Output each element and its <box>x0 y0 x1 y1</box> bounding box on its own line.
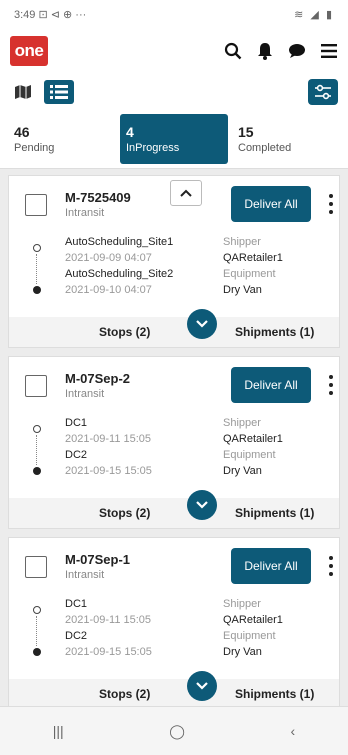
tab-count: 4 <box>126 124 134 140</box>
route-timeline <box>31 244 43 298</box>
status-right-icons: ≋ ◢ ▮ <box>294 8 334 21</box>
destination-name: AutoScheduling_Site2 <box>65 268 174 280</box>
equipment-label: Equipment <box>223 630 276 642</box>
shipments-link[interactable]: Shipments (1) <box>235 325 314 339</box>
select-checkbox[interactable] <box>25 556 47 578</box>
stops-link[interactable]: Stops (2) <box>99 506 150 520</box>
tab-completed[interactable]: 15 Completed <box>232 110 340 168</box>
destination-time: 2021-09-15 15:05 <box>65 646 152 658</box>
expand-card-button[interactable] <box>187 671 217 701</box>
movement-card: M-07Sep-1 Intransit Deliver All DC1 2021… <box>8 537 340 710</box>
card-footer: Stops (2) Shipments (1) <box>9 679 339 709</box>
chevron-down-icon <box>196 682 208 690</box>
destination-time: 2021-09-10 04:07 <box>65 284 152 296</box>
equipment-value: Dry Van <box>223 284 262 296</box>
status-left-icons: ⊡ ⊲ ⊕ ··· <box>38 8 87 21</box>
app-logo[interactable]: one <box>10 36 48 66</box>
expand-card-button[interactable] <box>187 309 217 339</box>
system-nav-bar: ||| ◯ ‹ <box>0 706 348 755</box>
stops-link[interactable]: Stops (2) <box>99 325 150 339</box>
shipper-value: QARetailer1 <box>223 252 283 264</box>
movement-id: M-7525409 <box>65 190 131 205</box>
equipment-value: Dry Van <box>223 646 262 658</box>
recent-apps-icon[interactable]: ||| <box>53 723 64 739</box>
collapse-tabs-button[interactable] <box>170 180 202 206</box>
equipment-label: Equipment <box>223 449 276 461</box>
shipper-label: Shipper <box>223 598 261 610</box>
tab-label: Pending <box>14 142 55 154</box>
shipper-value: QARetailer1 <box>223 433 283 445</box>
status-time: 3:49 ⊡ ⊲ ⊕ ··· <box>14 8 87 21</box>
destination-name: DC2 <box>65 630 88 642</box>
card-footer: Stops (2) Shipments (1) <box>9 498 339 528</box>
list-view-icon[interactable] <box>44 80 74 104</box>
chevron-down-icon <box>196 320 208 328</box>
tab-label: Completed <box>238 142 292 154</box>
filter-button[interactable] <box>308 79 338 105</box>
shipments-link[interactable]: Shipments (1) <box>235 687 314 701</box>
chevron-up-icon <box>180 189 192 197</box>
route-timeline <box>31 425 43 479</box>
movement-id: M-07Sep-2 <box>65 371 131 386</box>
chevron-down-icon <box>196 501 208 509</box>
select-checkbox[interactable] <box>25 375 47 397</box>
origin-time: 2021-09-11 15:05 <box>65 614 152 626</box>
more-options-icon[interactable] <box>327 375 335 395</box>
shipper-value: QARetailer1 <box>223 614 283 626</box>
more-options-icon[interactable] <box>327 194 335 214</box>
view-toggle-bar <box>0 74 348 110</box>
movement-card: M-07Sep-2 Intransit Deliver All DC1 2021… <box>8 356 340 529</box>
origin-name: DC1 <box>65 417 88 429</box>
select-checkbox[interactable] <box>25 194 47 216</box>
movement-list: M-7525409 Intransit Deliver All AutoSche… <box>0 169 348 710</box>
card-footer: Stops (2) Shipments (1) <box>9 317 339 347</box>
bell-icon[interactable] <box>256 42 274 60</box>
tab-inprogress[interactable]: 4 InProgress <box>120 114 228 164</box>
stops-link[interactable]: Stops (2) <box>99 687 150 701</box>
expand-card-button[interactable] <box>187 490 217 520</box>
app-header: one <box>0 28 348 74</box>
more-options-icon[interactable] <box>327 556 335 576</box>
movement-status: Intransit <box>65 207 105 219</box>
origin-name: AutoScheduling_Site1 <box>65 236 174 248</box>
tab-label: InProgress <box>126 142 180 154</box>
status-tabs: 46 Pending 4 InProgress 15 Completed <box>0 110 348 169</box>
movement-id: M-07Sep-1 <box>65 552 131 567</box>
destination-time: 2021-09-15 15:05 <box>65 465 152 477</box>
equipment-value: Dry Van <box>223 465 262 477</box>
back-icon[interactable]: ‹ <box>291 723 296 739</box>
origin-time: 2021-09-09 04:07 <box>65 252 152 264</box>
map-view-icon[interactable] <box>10 81 36 103</box>
equipment-label: Equipment <box>223 268 276 280</box>
status-bar: 3:49 ⊡ ⊲ ⊕ ··· ≋ ◢ ▮ <box>0 0 348 28</box>
shipper-label: Shipper <box>223 417 261 429</box>
deliver-all-button[interactable]: Deliver All <box>231 548 311 584</box>
shipper-label: Shipper <box>223 236 261 248</box>
shipments-link[interactable]: Shipments (1) <box>235 506 314 520</box>
chat-icon[interactable] <box>288 43 306 59</box>
origin-time: 2021-09-11 15:05 <box>65 433 152 445</box>
tab-pending[interactable]: 46 Pending <box>8 110 116 168</box>
deliver-all-button[interactable]: Deliver All <box>231 367 311 403</box>
route-timeline <box>31 606 43 660</box>
tab-count: 15 <box>238 124 254 140</box>
menu-icon[interactable] <box>320 44 338 58</box>
movement-status: Intransit <box>65 388 105 400</box>
movement-status: Intransit <box>65 569 105 581</box>
origin-name: DC1 <box>65 598 88 610</box>
sliders-icon <box>315 84 331 100</box>
search-icon[interactable] <box>224 42 242 60</box>
tab-count: 46 <box>14 124 30 140</box>
home-icon[interactable]: ◯ <box>169 723 185 740</box>
destination-name: DC2 <box>65 449 88 461</box>
deliver-all-button[interactable]: Deliver All <box>231 186 311 222</box>
